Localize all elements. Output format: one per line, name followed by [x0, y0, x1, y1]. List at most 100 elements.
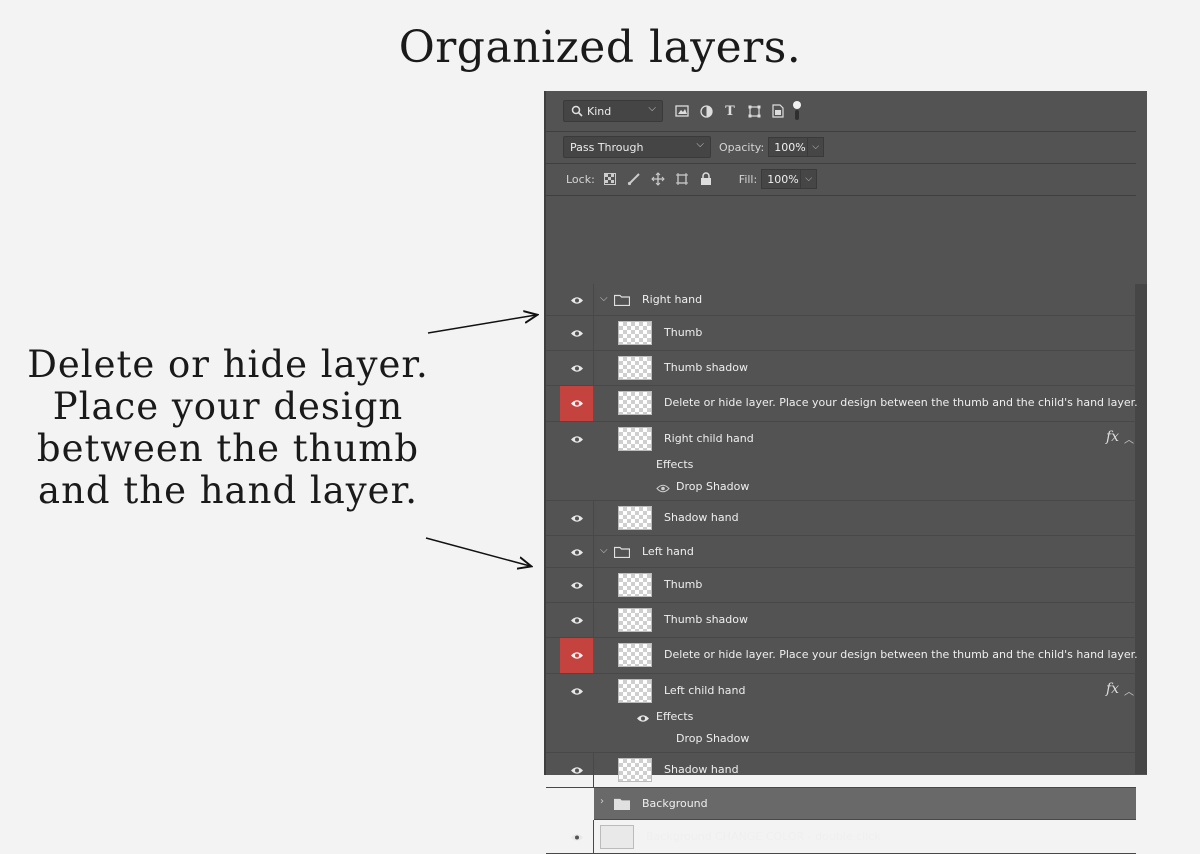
layer-row-background[interactable]: Background CHANGE COLOR - double click [546, 820, 1136, 854]
filter-toggle[interactable] [793, 101, 801, 121]
layer-row[interactable]: Thumb shadow [546, 603, 1136, 638]
lock-artboard-icon[interactable] [673, 170, 691, 188]
layer-name: Right child hand [664, 432, 754, 445]
lock-bar: Lock: Fill: 100% ⌵ [546, 163, 1136, 196]
layer-name: Thumb [664, 578, 703, 591]
fill-input[interactable]: 100% [761, 169, 802, 189]
visibility-toggle[interactable] [560, 536, 594, 568]
layer-name: Thumb shadow [664, 613, 749, 626]
layer-name: Left hand [642, 545, 694, 558]
layer-thumbnail [618, 679, 652, 703]
search-icon [570, 102, 584, 120]
layer-name: Thumb [664, 326, 703, 339]
adjustment-layer-filter-icon[interactable] [697, 102, 715, 120]
lock-transparent-pixels-icon[interactable] [601, 170, 619, 188]
drop-shadow-label: Drop Shadow [676, 732, 750, 745]
layer-group-right-hand[interactable]: ⌵ Right hand [546, 284, 1136, 316]
lock-position-icon[interactable] [649, 170, 667, 188]
chevron-down-icon: ⌵ [648, 103, 656, 114]
visibility-toggle[interactable] [560, 386, 593, 421]
layer-row[interactable]: Shadow hand [546, 753, 1136, 788]
layer-row[interactable]: Thumb shadow [546, 351, 1136, 386]
effects-label: Effects [656, 458, 694, 471]
visibility-toggle[interactable] [560, 820, 594, 854]
layer-group-left-hand[interactable]: ⌵ Left hand [546, 536, 1136, 568]
fill-dropdown[interactable]: ⌵ [801, 169, 818, 189]
opacity-label: Opacity: [719, 140, 765, 154]
chevron-down-icon[interactable]: ⌵ [600, 545, 608, 556]
layer-row-delete-left[interactable]: Delete or hide layer. Place your design … [546, 638, 1138, 674]
layer-row-delete-right[interactable]: Delete or hide layer. Place your design … [546, 386, 1138, 422]
visibility-toggle[interactable] [560, 603, 594, 638]
eye-icon [570, 833, 583, 841]
layer-name: Delete or hide layer. Place your design … [664, 648, 1138, 661]
opacity-input[interactable]: 100% [768, 137, 809, 157]
layer-row-right-child-hand[interactable]: Right child hand fx ︿ Effects Drop Shado… [546, 422, 1136, 501]
eye-icon [570, 400, 583, 407]
chevron-down-icon[interactable]: ⌵ [600, 293, 608, 304]
eye-icon [570, 687, 583, 695]
layer-name: Background CHANGE COLOR - double click [646, 830, 881, 843]
visibility-toggle[interactable] [560, 638, 593, 673]
eye-icon[interactable] [656, 484, 670, 493]
layer-name: Shadow hand [664, 511, 739, 524]
layers-panel: Kind ⌵ T Pass Through ⌵ Opacity: 100% ⌵ [544, 91, 1147, 854]
fx-icon[interactable]: fx [1106, 681, 1119, 697]
layer-thumbnail [618, 643, 652, 667]
visibility-toggle[interactable] [560, 674, 593, 708]
chevron-down-icon: ⌵ [696, 139, 704, 150]
layer-row-left-child-hand[interactable]: Left child hand fx ︿ Effects Drop Shadow [546, 674, 1136, 753]
layer-row[interactable]: Thumb [546, 568, 1136, 603]
lock-all-icon[interactable] [697, 170, 715, 188]
layer-thumbnail [618, 427, 652, 451]
smart-object-filter-icon[interactable] [769, 102, 787, 120]
arrow-bottom [425, 537, 530, 566]
layer-thumbnail [618, 573, 652, 597]
collapse-effects-icon[interactable]: ︿ [1124, 431, 1134, 446]
eye-icon [570, 435, 583, 443]
visibility-toggle[interactable] [560, 568, 594, 603]
layers-scrollbar[interactable] [1135, 284, 1147, 774]
visibility-toggle[interactable] [560, 316, 594, 351]
blend-bar: Pass Through ⌵ Opacity: 100% ⌵ [546, 131, 1136, 164]
eye-icon [570, 617, 583, 624]
chevron-right-icon[interactable]: › [600, 796, 604, 807]
kind-filter-select[interactable]: Kind ⌵ [563, 100, 663, 122]
layers-list: ⌵ Right hand Thumb Thumb shadow Delete o… [546, 284, 1138, 854]
layer-thumbnail [618, 391, 652, 415]
blend-mode-select[interactable]: Pass Through ⌵ [563, 136, 711, 158]
visibility-toggle[interactable] [560, 422, 593, 456]
lock-label: Lock: [566, 172, 595, 186]
eye-icon [570, 330, 583, 337]
shape-layer-filter-icon[interactable] [745, 102, 763, 120]
eye-icon [570, 515, 583, 522]
fill-label: Fill: [738, 172, 758, 186]
eye-icon [570, 652, 583, 659]
visibility-toggle[interactable] [560, 753, 594, 788]
lock-image-pixels-icon[interactable] [625, 170, 643, 188]
visibility-toggle[interactable] [560, 501, 594, 536]
pixel-layer-filter-icon[interactable] [673, 102, 691, 120]
collapse-effects-icon[interactable]: ︿ [1124, 683, 1134, 698]
layer-row[interactable]: Shadow hand [546, 501, 1136, 536]
folder-icon [614, 546, 630, 558]
layer-thumbnail [618, 758, 652, 782]
layer-name: Delete or hide layer. Place your design … [664, 396, 1138, 409]
arrow-top [427, 315, 536, 334]
eye-icon [570, 767, 583, 774]
type-layer-filter-icon[interactable]: T [721, 102, 739, 120]
eye-icon[interactable] [636, 714, 650, 723]
layer-name: Thumb shadow [664, 361, 749, 374]
layer-name: Background [642, 797, 708, 810]
fx-icon[interactable]: fx [1106, 429, 1119, 445]
layer-name: Left child hand [664, 684, 746, 697]
layer-row[interactable]: Thumb [546, 316, 1136, 351]
layer-thumbnail [618, 356, 652, 380]
blend-mode-value: Pass Through [570, 140, 644, 154]
layer-thumbnail [618, 321, 652, 345]
visibility-toggle[interactable] [560, 351, 594, 386]
layer-group-background[interactable]: › Background [594, 788, 1136, 820]
folder-icon [614, 294, 630, 306]
opacity-dropdown[interactable]: ⌵ [808, 137, 825, 157]
visibility-toggle[interactable] [560, 284, 594, 316]
